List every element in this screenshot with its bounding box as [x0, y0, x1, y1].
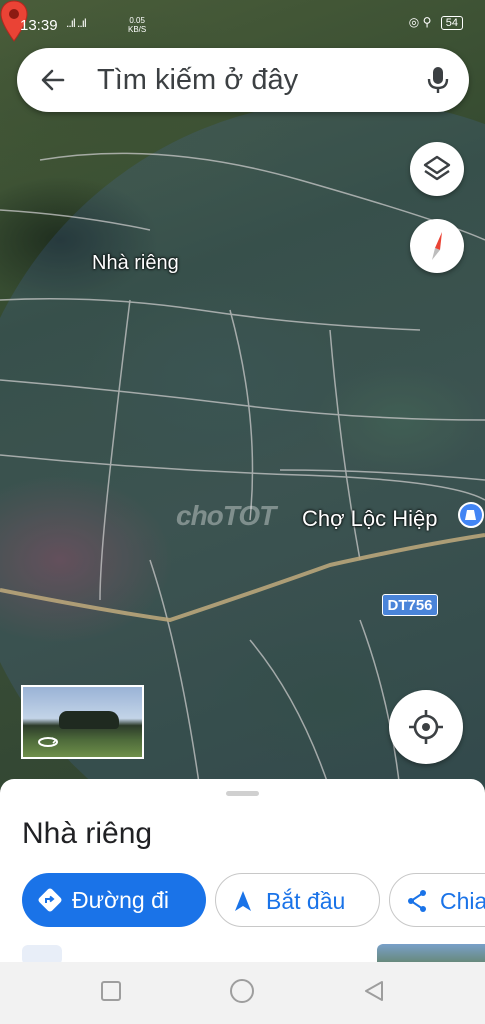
alarm-icon: ◎ [408, 15, 420, 29]
directions-button[interactable]: Đường đi [22, 873, 206, 927]
photo-thumbnail[interactable] [22, 945, 62, 962]
shopping-poi-icon[interactable] [458, 502, 484, 528]
arrow-left-icon[interactable] [39, 66, 67, 94]
place-bottom-sheet[interactable]: Nhà riêng Đường đi Bắt đầu Chia [0, 779, 485, 962]
share-label: Chia [440, 888, 485, 914]
recents-square-icon[interactable] [100, 980, 122, 1002]
directions-label: Đường đi [72, 887, 169, 913]
street-view-trees [59, 711, 119, 729]
satellite-map[interactable]: choTOT Nhà riêng Chợ Lộc Hiệp DT756 [0, 0, 485, 790]
back-triangle-icon[interactable] [363, 980, 385, 1002]
status-bar: 13:39 ..ıl ..ıl 0.05 KB/S ◎ ⚲ 54 [0, 0, 485, 48]
home-circle-icon[interactable] [229, 978, 255, 1004]
battery-icon: 54 [440, 16, 463, 30]
navigation-arrow-icon [235, 891, 251, 911]
street-view-thumbnail[interactable] [21, 685, 144, 759]
directions-icon [38, 888, 62, 912]
chotot-watermark: choTOT [176, 500, 276, 531]
network-speed-value: 0.05 [129, 16, 145, 25]
signal-strength-icon: ..ıl ..ıl [66, 16, 87, 30]
sheet-drag-handle[interactable] [226, 791, 259, 796]
layers-button[interactable] [410, 142, 464, 196]
start-label: Bắt đầu [266, 888, 346, 914]
search-input[interactable]: Tìm kiếm ở đây [97, 64, 298, 97]
compass-button[interactable] [410, 219, 464, 273]
my-location-button[interactable] [389, 690, 463, 764]
network-speed: 0.05 KB/S [128, 16, 146, 34]
compass-icon [432, 232, 442, 260]
status-time: 13:39 [20, 17, 58, 34]
layers-icon [423, 155, 451, 181]
location-status-icon: ⚲ [422, 15, 432, 29]
place-title: Nhà riêng [22, 817, 153, 850]
street-view-icon [38, 737, 58, 747]
road-number-badge: DT756 [382, 594, 438, 616]
my-location-icon [409, 710, 443, 744]
start-button[interactable]: Bắt đầu [215, 873, 380, 927]
microphone-icon[interactable] [425, 65, 451, 95]
system-navigation-bar [0, 962, 485, 1024]
network-speed-unit: KB/S [128, 25, 147, 34]
search-bar[interactable]: Tìm kiếm ở đây [17, 48, 469, 112]
status-right-icons: ◎ ⚲ 54 [409, 15, 463, 30]
share-icon [408, 890, 426, 912]
place-photo-thumbnail[interactable] [377, 944, 485, 962]
road-network [0, 152, 485, 790]
poi-label[interactable]: Chợ Lộc Hiệp [302, 506, 438, 532]
pin-label[interactable]: Nhà riêng [92, 252, 179, 275]
share-button[interactable]: Chia [389, 873, 485, 927]
